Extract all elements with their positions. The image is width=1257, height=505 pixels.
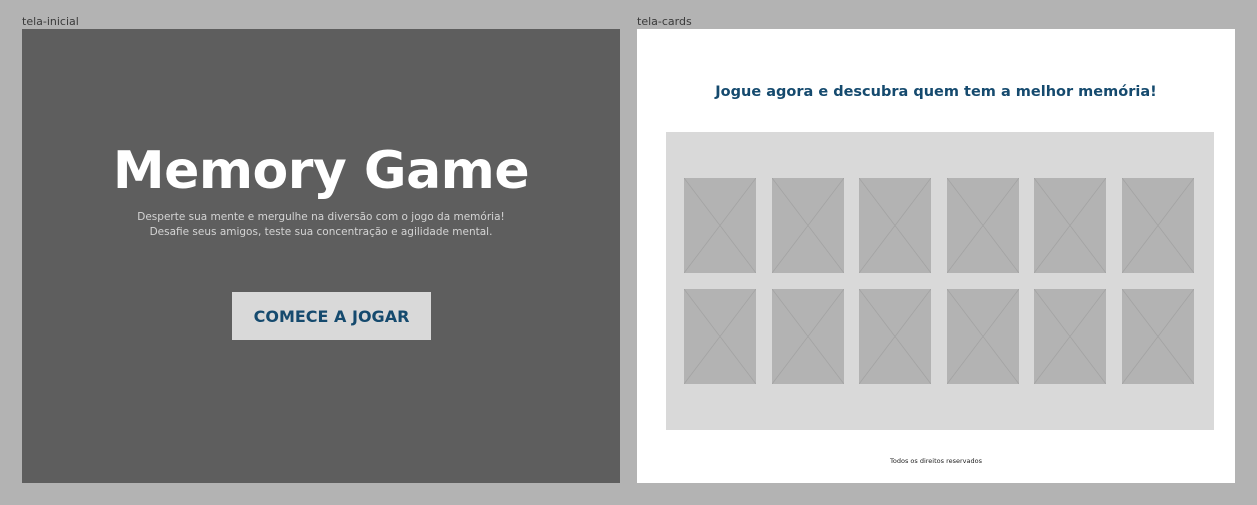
memory-card[interactable]	[946, 178, 1019, 273]
subtitle-line-2: Desafie seus amigos, teste sua concentra…	[149, 226, 493, 238]
memory-card[interactable]	[684, 178, 756, 273]
memory-card[interactable]	[1122, 289, 1194, 384]
start-screen: Memory Game Desperte sua mente e mergulh…	[22, 29, 620, 483]
memory-card[interactable]	[771, 289, 844, 384]
game-subtitle: Desperte sua mente e mergulhe na diversã…	[22, 210, 620, 240]
subtitle-line-1: Desperte sua mente e mergulhe na diversã…	[137, 211, 505, 223]
memory-card[interactable]	[771, 178, 844, 273]
cards-heading: Jogue agora e descubra quem tem a melhor…	[715, 84, 1157, 100]
memory-card[interactable]	[1034, 178, 1107, 273]
cards-screen: Jogue agora e descubra quem tem a melhor…	[637, 29, 1235, 483]
start-game-button[interactable]: COMECE A JOGAR	[232, 292, 431, 340]
image-placeholder-icon	[859, 289, 932, 384]
card-board	[666, 132, 1214, 430]
image-placeholder-icon	[771, 178, 844, 273]
memory-card[interactable]	[684, 289, 756, 384]
image-placeholder-icon	[771, 289, 844, 384]
memory-card[interactable]	[1034, 289, 1107, 384]
image-placeholder-icon	[684, 178, 756, 273]
image-placeholder-icon	[1122, 178, 1194, 273]
footer-text: Todos os direitos reservados	[890, 457, 982, 465]
image-placeholder-icon	[1034, 289, 1107, 384]
memory-card[interactable]	[859, 289, 932, 384]
image-placeholder-icon	[1034, 178, 1107, 273]
image-placeholder-icon	[859, 178, 932, 273]
memory-card[interactable]	[1122, 178, 1194, 273]
image-placeholder-icon	[946, 178, 1019, 273]
frame-label-tela-cards: tela-cards	[637, 15, 692, 28]
memory-card[interactable]	[859, 178, 932, 273]
frame-label-tela-inicial: tela-inicial	[22, 15, 79, 28]
game-title: Memory Game	[112, 141, 530, 201]
memory-card[interactable]	[946, 289, 1019, 384]
image-placeholder-icon	[946, 289, 1019, 384]
image-placeholder-icon	[684, 289, 756, 384]
image-placeholder-icon	[1122, 289, 1194, 384]
